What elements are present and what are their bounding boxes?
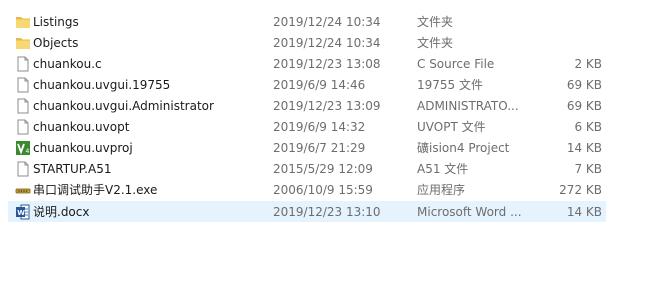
file-row-listings[interactable]: Listings 2019/12/24 10:34 文件夹	[8, 11, 606, 32]
file-name: chuankou.uvproj	[33, 141, 133, 155]
file-name: 说明.docx	[33, 205, 90, 219]
file-row-objects[interactable]: Objects 2019/12/24 10:34 文件夹	[8, 32, 606, 53]
svg-text:W: W	[17, 209, 25, 217]
file-type: 19755 文件	[417, 78, 483, 92]
file-date-modified: 2019/12/23 13:10	[273, 205, 381, 219]
file-size: 14 KB	[566, 141, 602, 155]
file-name: 串口调试助手V2.1.exe	[33, 183, 158, 197]
file-size: 69 KB	[566, 99, 602, 113]
file-row-startup-a51[interactable]: STARTUP.A51 2015/5/29 12:09 A51 文件 7 KB	[8, 158, 606, 179]
file-name: chuankou.c	[33, 57, 102, 71]
file-type: 应用程序	[417, 183, 466, 197]
file-type: Microsoft Word ...	[417, 205, 522, 219]
file-date-modified: 2019/6/7 21:29	[273, 141, 366, 155]
file-name: chuankou.uvgui.19755	[33, 78, 171, 92]
file-name: Listings	[33, 15, 79, 29]
file-row-chuankou-uvgui-19755[interactable]: chuankou.uvgui.19755 2019/6/9 14:46 1975…	[8, 74, 606, 95]
folder-icon	[16, 38, 30, 49]
file-type: UVOPT 文件	[417, 120, 486, 134]
file-row-chuankou-uvgui-administrator[interactable]: chuankou.uvgui.Administrator 2019/12/23 …	[8, 95, 606, 116]
file-size: 272 KB	[559, 183, 602, 197]
file-date-modified: 2015/5/29 12:09	[273, 162, 373, 176]
file-row-readme-docx[interactable]: W 说明.docx 2019/12/23 13:10 Microsoft Wor…	[8, 201, 606, 222]
file-list: Listings 2019/12/24 10:34 文件夹 Objects 20…	[0, 0, 653, 300]
file-size: 14 KB	[566, 205, 602, 219]
file-type: 文件夹	[417, 15, 454, 29]
file-type: 文件夹	[417, 36, 454, 50]
document-icon	[17, 161, 29, 177]
folder-icon	[16, 17, 30, 28]
file-date-modified: 2019/12/23 13:09	[273, 99, 381, 113]
file-row-serial-debug-assistant-exe[interactable]: 串口调试助手V2.1.exe 2006/10/9 15:59 应用程序 272 …	[8, 179, 606, 200]
uvision-project-icon: 4	[16, 141, 30, 155]
file-size: 69 KB	[566, 78, 602, 92]
file-date-modified: 2019/12/24 10:34	[273, 15, 381, 29]
svg-text:4: 4	[26, 148, 30, 155]
file-name: chuankou.uvgui.Administrator	[33, 99, 214, 113]
file-date-modified: 2019/6/9 14:46	[273, 78, 366, 92]
word-document-icon: W	[16, 204, 30, 220]
file-name: chuankou.uvopt	[33, 120, 130, 134]
document-icon	[17, 77, 29, 93]
file-name: STARTUP.A51	[33, 162, 112, 176]
file-type: 礦ision4 Project	[417, 141, 510, 155]
document-icon	[17, 56, 29, 72]
document-icon	[17, 119, 29, 135]
file-name: Objects	[33, 36, 79, 50]
file-size: 7 KB	[574, 162, 602, 176]
file-date-modified: 2019/12/23 13:08	[273, 57, 381, 71]
file-row-chuankou-uvopt[interactable]: chuankou.uvopt 2019/6/9 14:32 UVOPT 文件 6…	[8, 116, 606, 137]
file-type: C Source File	[417, 57, 495, 71]
file-date-modified: 2006/10/9 15:59	[273, 183, 373, 197]
file-type: A51 文件	[417, 162, 469, 176]
file-date-modified: 2019/6/9 14:32	[273, 120, 366, 134]
file-row-chuankou-uvproj[interactable]: 4 chuankou.uvproj 2019/6/7 21:29 礦ision4…	[8, 137, 606, 158]
file-date-modified: 2019/12/24 10:34	[273, 36, 381, 50]
document-icon	[17, 98, 29, 114]
file-size: 2 KB	[574, 57, 602, 71]
file-row-chuankou-c[interactable]: chuankou.c 2019/12/23 13:08 C Source Fil…	[8, 53, 606, 74]
serial-port-app-icon	[15, 188, 31, 194]
file-type: ADMINISTRATO...	[417, 99, 519, 113]
file-size: 6 KB	[574, 120, 602, 134]
